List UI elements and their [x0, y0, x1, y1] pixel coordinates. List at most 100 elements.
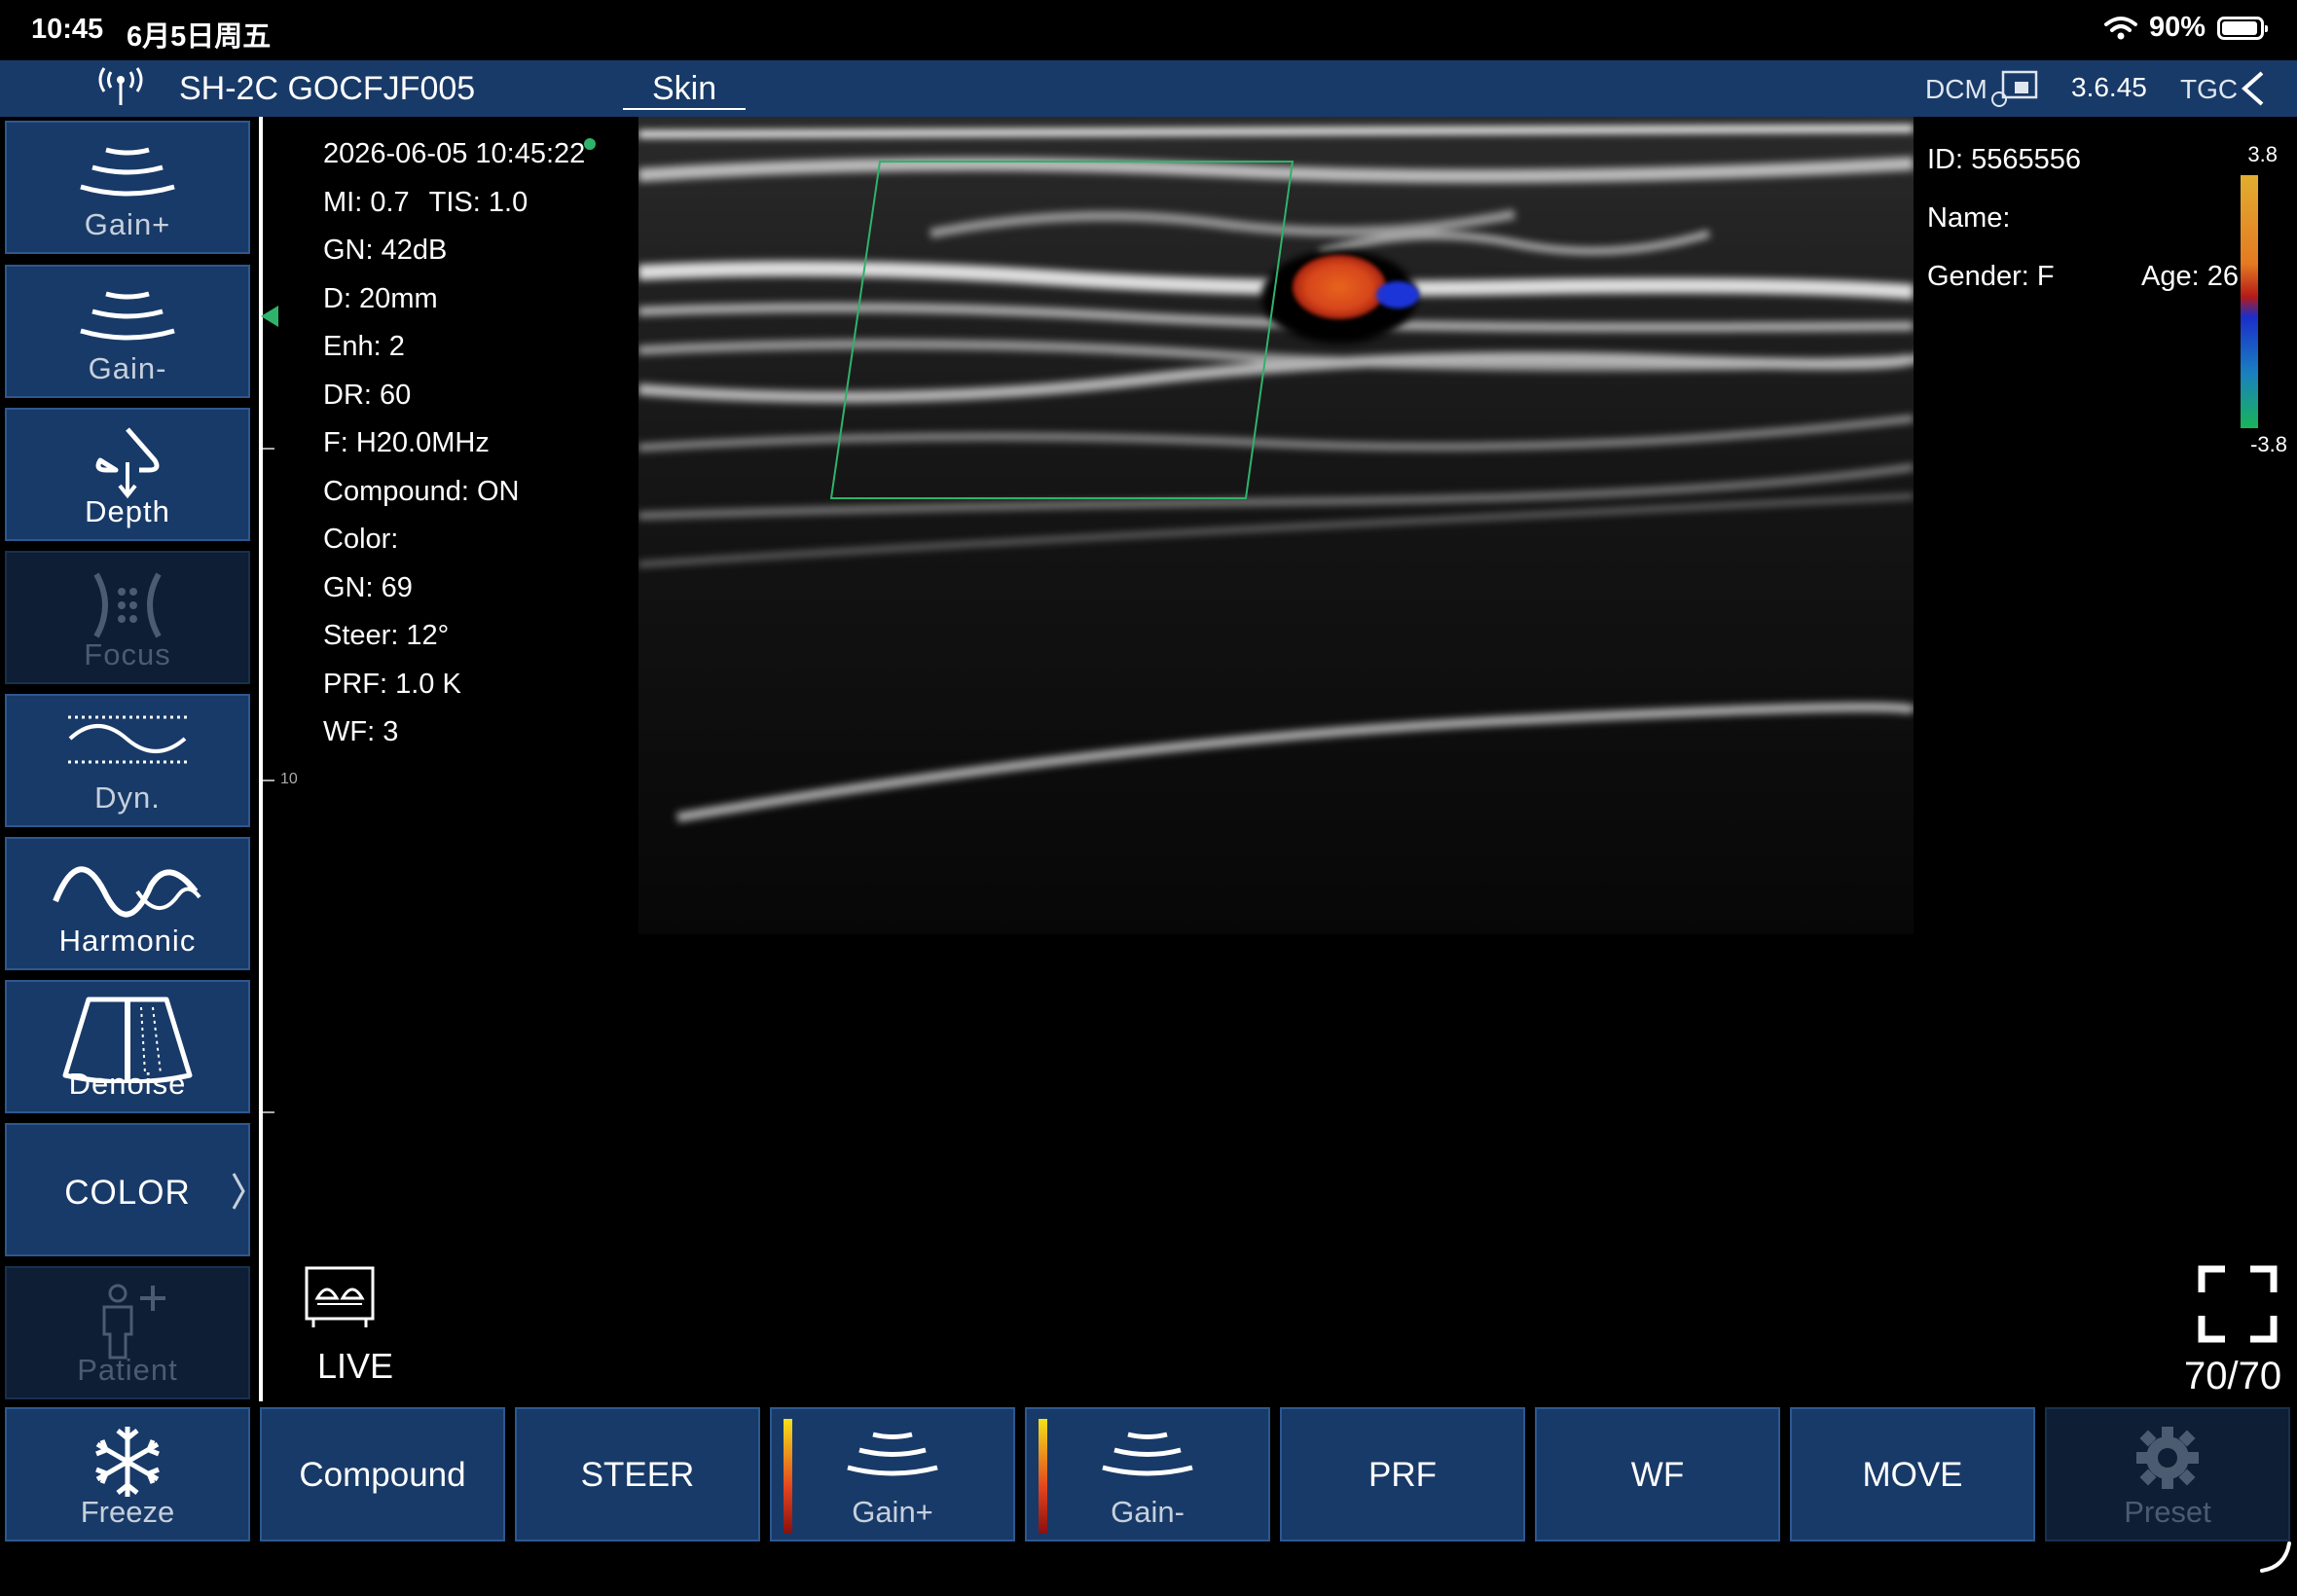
ruler-tick — [263, 780, 274, 781]
live-label: LIVE — [317, 1346, 394, 1386]
color-section-label: Color: — [323, 524, 399, 555]
exam-datetime: 2026-06-05 10:45:22 — [323, 138, 586, 169]
patient-label: Patient — [77, 1353, 178, 1387]
ruler-tick — [263, 1111, 274, 1113]
frame-counter: 70/70 — [2184, 1355, 2282, 1397]
prf-button[interactable]: PRF — [1280, 1407, 1525, 1542]
steer-button[interactable]: STEER — [515, 1407, 760, 1542]
imaging-parameters: 2026-06-05 10:45:22 MI: 0.7 TIS: 1.0 GN: … — [323, 130, 585, 757]
preset-label: Preset — [2124, 1495, 2211, 1529]
move-button[interactable]: MOVE — [1790, 1407, 2035, 1542]
depth-label: Depth — [85, 494, 170, 528]
color-gain-up-label: Gain+ — [852, 1495, 933, 1529]
focus-icon — [93, 572, 162, 638]
steer-label: STEER — [580, 1456, 695, 1494]
gain-up-icon — [80, 147, 175, 197]
enhance-value: Enh: 2 — [323, 331, 405, 362]
probe-display-icon — [305, 1266, 375, 1327]
gain-up-button[interactable]: Gain+ — [5, 121, 250, 254]
patient-button[interactable]: Patient — [5, 1266, 250, 1399]
color-velocity-scale: 3.8 -3.8 — [2229, 136, 2287, 467]
snowflake-icon — [95, 1427, 160, 1497]
wf-button[interactable]: WF — [1535, 1407, 1780, 1542]
status-dot — [584, 138, 596, 150]
color-flow-red — [1293, 255, 1386, 319]
live-indicator[interactable]: LIVE — [304, 1265, 393, 1387]
status-right: 90% — [2103, 12, 2268, 44]
focus-button[interactable]: Focus — [5, 551, 250, 684]
left-toolbar: Gain+ Gain- Depth Focus Dyn. Harmonic De… — [0, 117, 255, 1401]
prf-value: PRF: 1.0 K — [323, 668, 461, 700]
device-name: SH-2C GOCFJF005 — [179, 70, 476, 107]
color-flow-blue — [1376, 281, 1419, 308]
color-gain-value: GN: 69 — [323, 571, 413, 603]
move-label: MOVE — [1862, 1456, 1963, 1494]
scale-bar — [2241, 175, 2258, 428]
harmonic-label: Harmonic — [58, 924, 197, 958]
patient-info: ID: 5565556 Name: Gender: F Age: 26 — [1927, 130, 2239, 306]
bottom-toolbar: Freeze Compound STEER Gain+ Gain- PRF WF… — [0, 1407, 2297, 1543]
wifi-icon — [2103, 16, 2137, 39]
color-button[interactable]: COLOR — [5, 1123, 250, 1256]
color-gain-down-label: Gain- — [1111, 1495, 1185, 1529]
freeze-button[interactable]: Freeze — [5, 1407, 250, 1542]
mi-value: MI: 0.7 — [323, 186, 410, 218]
tgc-label[interactable]: TGC — [2180, 74, 2238, 105]
patient-gender: Gender: F — [1927, 261, 2055, 292]
patient-age: Age: 26 — [2141, 261, 2239, 292]
compound-value: Compound: ON — [323, 475, 520, 507]
chevron-left-icon[interactable] — [2239, 70, 2268, 107]
frequency-value: F: H20.0MHz — [323, 427, 490, 458]
status-bar: 10:45 6月5日周五 90% — [0, 0, 2297, 60]
status-time: 10:45 — [31, 14, 104, 45]
color-gain-down-button[interactable]: Gain- — [1025, 1407, 1270, 1542]
gain-up-label: Gain+ — [84, 207, 171, 241]
patient-name: Name: — [1927, 202, 2011, 234]
title-bar: SH-2C GOCFJF005 Skin DCM 3.6.45 TGC — [0, 60, 2297, 117]
scale-max: 3.8 — [2247, 142, 2278, 166]
preset-selector[interactable]: Skin — [623, 70, 747, 110]
gain-down-icon — [80, 291, 175, 341]
ultrasound-image[interactable] — [638, 117, 1914, 934]
battery-icon — [2217, 16, 2268, 40]
focus-marker[interactable] — [261, 306, 278, 327]
gain-down-button[interactable]: Gain- — [5, 265, 250, 398]
status-date: 6月5日周五 — [127, 21, 272, 53]
dynamic-range-icon — [68, 715, 187, 764]
harmonic-button[interactable]: Harmonic — [5, 837, 250, 970]
wireless-probe-icon[interactable] — [93, 66, 148, 109]
ruler-tick — [263, 448, 274, 450]
prf-label: PRF — [1368, 1456, 1437, 1494]
gain-down-label: Gain- — [88, 351, 167, 385]
patient-id: ID: 5565556 — [1927, 144, 2082, 175]
freeze-label: Freeze — [80, 1495, 175, 1529]
dicom-export-icon[interactable] — [1989, 68, 2040, 109]
gear-icon — [2136, 1427, 2199, 1489]
color-gain-up-button[interactable]: Gain+ — [770, 1407, 1015, 1542]
software-version: 3.6.45 — [2071, 72, 2147, 102]
denoise-button[interactable]: Denoise — [5, 980, 250, 1113]
steer-value: Steer: 12° — [323, 620, 450, 651]
scale-min: -3.8 — [2250, 432, 2287, 456]
dynamic-range-value: DR: 60 — [323, 379, 412, 411]
chevron-right-icon — [232, 1173, 245, 1210]
battery-percent: 90% — [2148, 12, 2206, 43]
depth-icon — [95, 427, 160, 499]
resize-handle-icon[interactable] — [2256, 1538, 2295, 1577]
patient-add-icon — [102, 1284, 165, 1360]
gain-value: GN: 42dB — [323, 235, 448, 266]
tis-value: TIS: 1.0 — [428, 186, 529, 218]
wf-label: WF — [1630, 1456, 1685, 1494]
ruler-tick-label: 10 — [280, 771, 298, 787]
gain-up-icon — [847, 1432, 938, 1476]
preset-button[interactable]: Preset — [2045, 1407, 2290, 1542]
fullscreen-icon[interactable] — [2198, 1265, 2278, 1343]
focus-label: Focus — [84, 637, 171, 671]
dynamic-range-button[interactable]: Dyn. — [5, 694, 250, 827]
depth-button[interactable]: Depth — [5, 408, 250, 541]
dynamic-range-label: Dyn. — [94, 780, 161, 815]
gain-down-icon — [1102, 1432, 1193, 1476]
compound-button[interactable]: Compound — [260, 1407, 505, 1542]
dcm-label[interactable]: DCM — [1925, 74, 1987, 105]
compound-label: Compound — [299, 1456, 466, 1494]
